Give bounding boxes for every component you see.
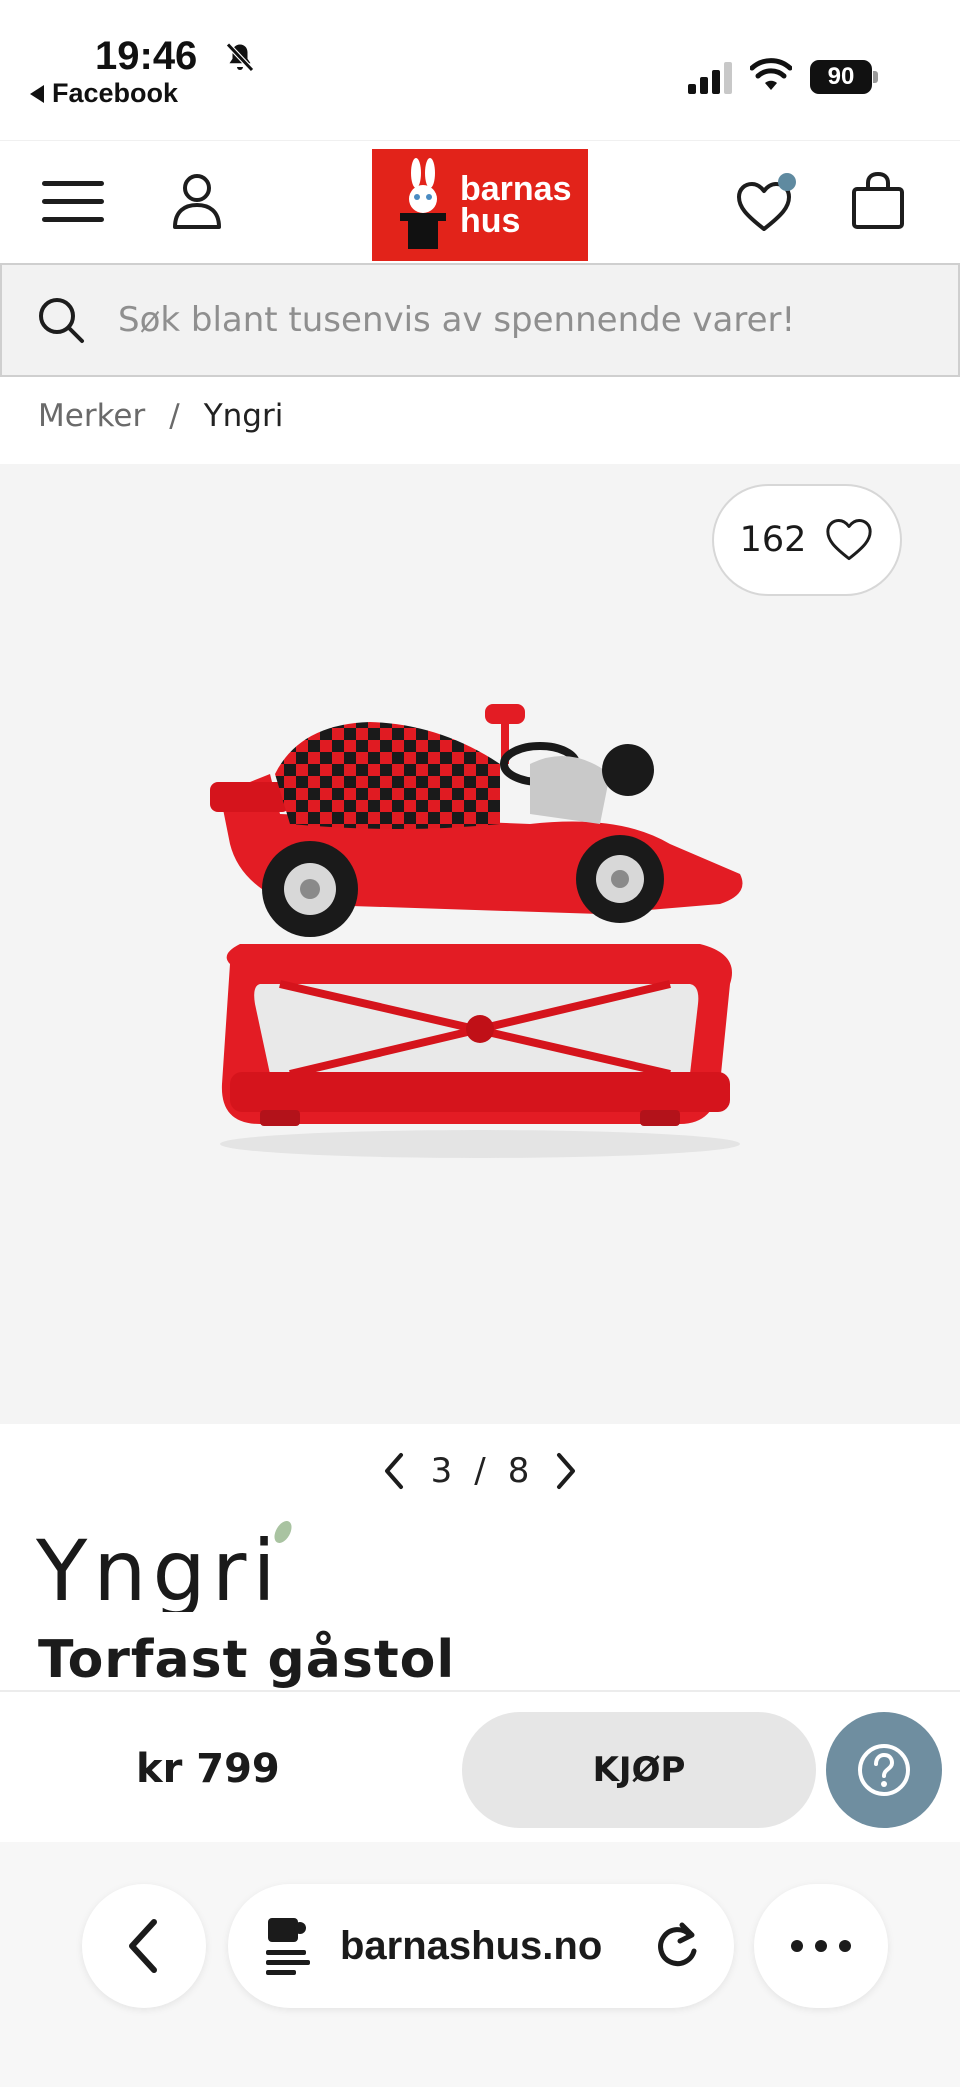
back-to-app-link[interactable]: Facebook	[30, 78, 178, 109]
chevron-right-icon[interactable]	[551, 1451, 581, 1491]
gallery-pager: 3 / 8	[0, 1424, 960, 1518]
like-button[interactable]: 162	[712, 484, 902, 596]
brand-name: Yngri	[36, 1522, 282, 1612]
search-input[interactable]	[118, 300, 918, 340]
url-text: barnashus.no	[340, 1923, 603, 1968]
search-bar	[0, 263, 960, 377]
pager-total: 8	[507, 1451, 530, 1491]
clock: 19:46	[95, 34, 198, 78]
breadcrumb-item-merker[interactable]: Merker	[38, 398, 145, 434]
browser-toolbar: barnashus.no	[0, 1842, 960, 2087]
chevron-left-icon[interactable]	[379, 1451, 409, 1491]
help-question-icon	[858, 1744, 910, 1796]
shopping-bag-icon[interactable]	[850, 171, 906, 231]
status-bar: 19:46 Facebook 90	[0, 0, 960, 140]
logo-text: barnas hus	[460, 170, 572, 240]
brand-logo-yngri[interactable]: Yngri	[36, 1512, 316, 1612]
menu-bar	[42, 217, 104, 222]
battery-tip	[873, 71, 878, 83]
product-gallery[interactable]: 162	[0, 464, 960, 1424]
heart-icon	[826, 519, 873, 561]
menu-button[interactable]	[42, 181, 104, 229]
menu-bar	[42, 181, 104, 186]
pager-separator: /	[474, 1451, 486, 1491]
like-count: 162	[739, 520, 807, 560]
reload-icon[interactable]	[652, 1921, 702, 1971]
breadcrumb-item-current: Yngri	[203, 398, 284, 434]
breadcrumb: Merker / Yngri	[38, 398, 283, 434]
wishlist-button[interactable]	[736, 171, 800, 235]
logo-line2: hus	[460, 202, 521, 240]
product-title: Torfast gåstol	[38, 1630, 456, 1690]
search-icon[interactable]	[36, 295, 86, 345]
buy-bar: kr 799 KJØP	[0, 1690, 960, 1842]
cellular-signal-icon	[688, 62, 732, 94]
battery-indicator: 90	[810, 60, 878, 94]
reader-extension-icon	[266, 1918, 310, 1975]
more-dot-icon	[839, 1940, 851, 1952]
more-dot-icon	[791, 1940, 803, 1952]
buy-button[interactable]: KJØP	[462, 1712, 816, 1828]
back-app-label: Facebook	[52, 78, 179, 108]
help-button[interactable]	[826, 1712, 942, 1828]
browser-back-button[interactable]	[82, 1884, 206, 2008]
address-bar[interactable]: barnashus.no	[228, 1884, 734, 2008]
bell-muted-icon	[226, 42, 254, 72]
breadcrumb-separator: /	[169, 398, 180, 434]
product-image-baby-walker	[210, 704, 743, 1158]
rabbit-hat-logo-icon	[400, 158, 446, 249]
logo-line1: barnas	[460, 170, 572, 208]
product-price: kr 799	[136, 1746, 280, 1792]
wishlist-notification-dot	[778, 173, 796, 191]
battery-level: 90	[810, 60, 872, 94]
more-dot-icon	[815, 1940, 827, 1952]
pager-current: 3	[430, 1451, 453, 1491]
menu-bar	[42, 199, 104, 204]
chevron-left-icon	[129, 1919, 157, 1973]
more-options-button[interactable]	[754, 1884, 888, 2008]
back-triangle-icon	[30, 84, 44, 103]
wifi-icon	[750, 58, 792, 90]
account-icon[interactable]	[170, 171, 224, 231]
site-header: barnas hus	[0, 140, 960, 264]
site-logo[interactable]: barnas hus	[372, 149, 588, 261]
